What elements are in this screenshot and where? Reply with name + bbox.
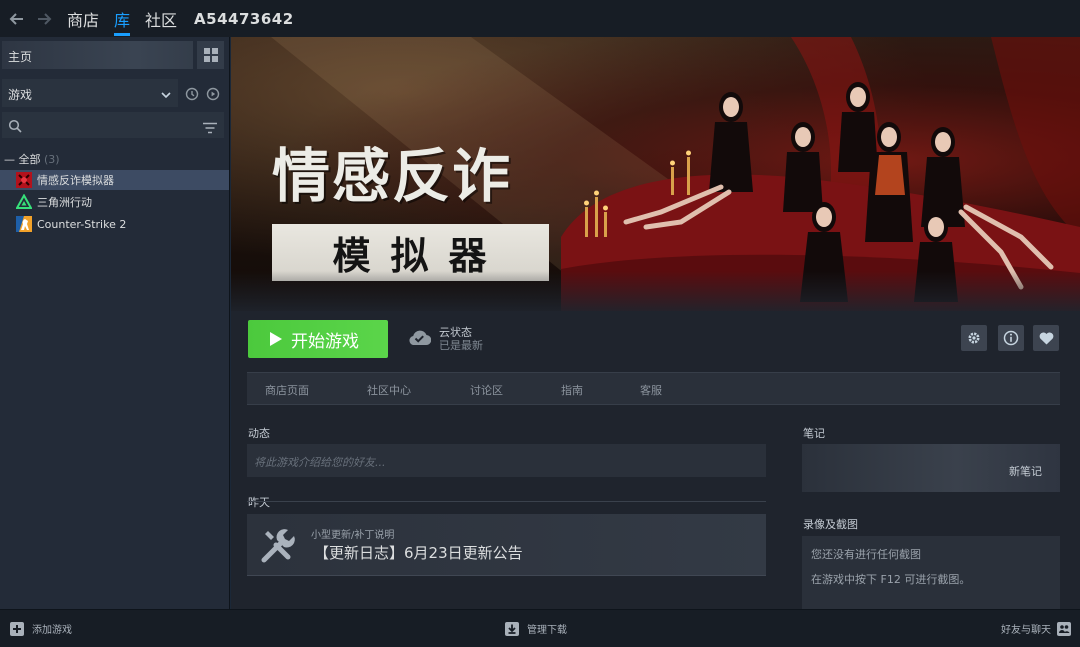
news-card[interactable]: 小型更新/补丁说明 【更新日志】6月23日更新公告 xyxy=(247,514,766,576)
screenshots-hint-text: 在游戏中按下 F12 可进行截图。 xyxy=(811,573,971,586)
game-red-icon xyxy=(16,172,32,188)
ready-to-play-icon[interactable] xyxy=(206,86,220,101)
activity-label: 动态 xyxy=(248,427,270,440)
friends-chat-button[interactable]: 好友与聊天 xyxy=(1001,621,1079,636)
bottom-bar: 添加游戏 管理下载 好友与聊天 xyxy=(0,609,1080,647)
tools-icon xyxy=(258,524,300,570)
games-filter-label: 游戏 xyxy=(8,88,33,102)
group-count: (3) xyxy=(44,153,60,166)
activity-post-input[interactable]: 将此游戏介绍给您的好友... xyxy=(247,444,766,477)
new-note-button[interactable]: 新笔记 xyxy=(1009,463,1042,479)
play-button[interactable]: 开始游戏 xyxy=(248,320,388,358)
filter-icon[interactable] xyxy=(202,119,218,138)
game-item-delta[interactable]: 三角洲行动 xyxy=(0,192,229,212)
manage-downloads-label: 管理下载 xyxy=(527,625,567,636)
game-name: Counter-Strike 2 xyxy=(37,217,127,231)
home-row: 主页 xyxy=(0,41,230,69)
recent-clock-icon[interactable] xyxy=(185,86,199,101)
play-triangle-icon xyxy=(270,332,282,346)
cloud-check-icon xyxy=(407,328,432,350)
add-game-button[interactable]: 添加游戏 xyxy=(10,621,72,636)
screenshots-box: 您还没有进行任何截图 在游戏中按下 F12 可进行截图。 xyxy=(802,536,1060,609)
news-type: 小型更新/补丁说明 xyxy=(311,530,395,541)
collapse-dash-icon: — xyxy=(4,153,19,166)
friends-chat-icon xyxy=(1057,621,1071,636)
yesterday-divider xyxy=(247,501,766,502)
library-sidebar: 主页 游戏 — 全部 (3) 情感反诈模拟器 三角洲行动 Counter-Str… xyxy=(0,37,230,609)
info-icon[interactable] xyxy=(998,325,1024,351)
cs2-icon xyxy=(16,216,32,232)
cloud-status-value: 已是最新 xyxy=(439,339,483,352)
friends-chat-label: 好友与聊天 xyxy=(1001,625,1051,636)
hero-title-line1: 情感反诈 xyxy=(272,142,513,210)
home-button[interactable]: 主页 xyxy=(2,41,193,69)
notes-box: 新笔记 xyxy=(802,444,1060,492)
subnav-guides[interactable]: 指南 xyxy=(561,382,583,398)
heart-icon[interactable] xyxy=(1033,325,1059,351)
manage-downloads-button[interactable]: 管理下载 xyxy=(505,621,567,636)
yesterday-label: 昨天 xyxy=(248,496,270,509)
play-button-label: 开始游戏 xyxy=(291,331,359,352)
nav-community[interactable]: 社区 xyxy=(145,7,177,31)
forward-arrow-icon[interactable] xyxy=(36,11,52,27)
subnav-community-hub[interactable]: 社区中心 xyxy=(367,382,411,398)
games-filter-dropdown[interactable]: 游戏 xyxy=(2,79,178,107)
game-details-pane: 情感反诈 模拟器 开始游戏 云状态 已是最新 商店页面 社区中心 讨论区 指南 … xyxy=(231,37,1080,609)
game-action-bar: 开始游戏 云状态 已是最新 xyxy=(231,311,1080,373)
game-subnav: 商店页面 社区中心 讨论区 指南 客服 xyxy=(247,372,1060,405)
download-icon xyxy=(505,621,519,636)
grid-view-icon[interactable] xyxy=(197,41,224,69)
top-bar: 商店 库 社区 A54473642 xyxy=(0,0,1080,37)
add-game-label: 添加游戏 xyxy=(32,625,72,636)
game-name: 三角洲行动 xyxy=(37,196,92,209)
library-search-input[interactable] xyxy=(2,112,224,138)
notes-label: 笔记 xyxy=(803,427,825,440)
nav-username[interactable]: A54473642 xyxy=(194,10,294,28)
gear-icon[interactable] xyxy=(961,325,987,351)
delta-icon xyxy=(16,194,32,210)
back-arrow-icon[interactable] xyxy=(9,11,25,27)
cloud-status-title: 云状态 xyxy=(439,326,472,339)
screenshots-label: 录像及截图 xyxy=(803,518,858,531)
game-name: 情感反诈模拟器 xyxy=(37,174,114,187)
nav-store[interactable]: 商店 xyxy=(67,7,99,31)
subnav-discussions[interactable]: 讨论区 xyxy=(470,382,503,398)
nav-library[interactable]: 库 xyxy=(114,7,131,36)
search-icon xyxy=(8,118,22,137)
plus-box-icon xyxy=(10,621,24,636)
hero-banner: 情感反诈 模拟器 xyxy=(231,37,1080,311)
screenshots-empty-text: 您还没有进行任何截图 xyxy=(811,548,921,561)
chevron-down-icon xyxy=(161,88,171,102)
subnav-store-page[interactable]: 商店页面 xyxy=(265,382,309,398)
hero-fade xyxy=(231,271,1080,311)
collection-group-all[interactable]: — 全部 (3) xyxy=(4,151,60,167)
subnav-support[interactable]: 客服 xyxy=(640,382,662,398)
filter-row: 游戏 xyxy=(0,79,230,107)
news-title: 【更新日志】6月23日更新公告 xyxy=(314,544,523,562)
game-item-cs2[interactable]: Counter-Strike 2 xyxy=(0,214,229,234)
game-item-qinggan[interactable]: 情感反诈模拟器 xyxy=(0,170,229,190)
group-label: 全部 xyxy=(18,153,41,166)
cloud-status: 云状态 已是最新 xyxy=(407,326,483,352)
